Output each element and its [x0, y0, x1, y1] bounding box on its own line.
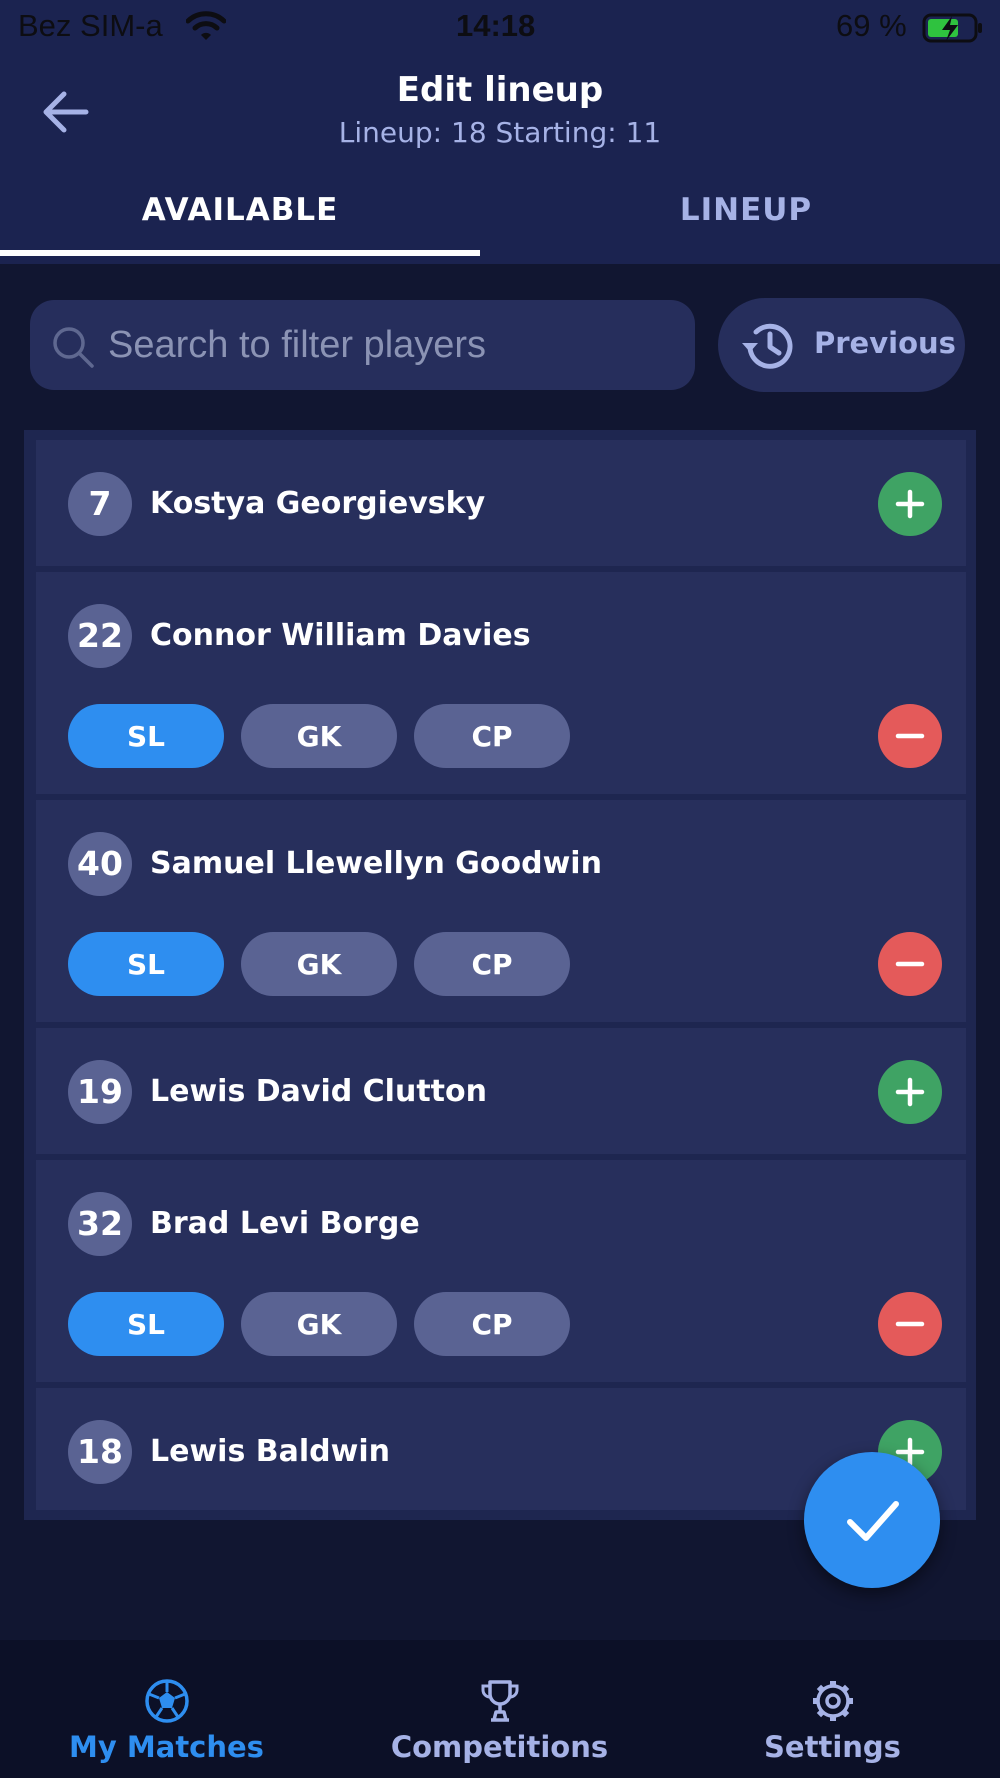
tab-lineup[interactable]: LINEUP	[496, 192, 996, 228]
bottom-nav: My Matches Competitions Settings	[0, 1640, 1000, 1778]
role-chip-sl[interactable]: SL	[68, 1292, 224, 1356]
jersey-number: 22	[68, 604, 132, 668]
role-chip-cp[interactable]: CP	[414, 932, 570, 996]
player-name: Connor William Davies	[150, 618, 531, 653]
role-chip-sl[interactable]: SL	[68, 932, 224, 996]
remove-player-button[interactable]	[878, 704, 942, 768]
jersey-number: 7	[68, 472, 132, 536]
jersey-number: 19	[68, 1060, 132, 1124]
search-icon	[53, 327, 94, 368]
add-player-button[interactable]	[878, 1060, 942, 1124]
add-player-button[interactable]	[878, 472, 942, 536]
minus-icon	[895, 733, 925, 739]
jersey-number: 32	[68, 1192, 132, 1256]
player-row[interactable]: 19 Lewis David Clutton	[36, 1028, 966, 1154]
remove-player-button[interactable]	[878, 932, 942, 996]
active-tab-indicator	[0, 250, 480, 256]
player-name: Brad Levi Borge	[150, 1206, 420, 1241]
nav-label: Settings	[764, 1730, 901, 1764]
history-icon	[742, 323, 793, 369]
player-row[interactable]: 22 Connor William Davies SL GK CP	[36, 572, 966, 794]
role-chip-cp[interactable]: CP	[414, 1292, 570, 1356]
plus-icon	[895, 1077, 925, 1107]
battery-icon	[922, 13, 982, 43]
previous-label: Previous	[814, 326, 956, 360]
player-name: Samuel Llewellyn Goodwin	[150, 846, 602, 881]
nav-competitions[interactable]: Competitions	[333, 1640, 666, 1778]
header: Bez SIM-a 14:18 69 % Edit lineup Lineup:…	[0, 0, 1000, 264]
page-title: Edit lineup	[396, 70, 604, 110]
player-name: Kostya Georgievsky	[150, 486, 486, 521]
search-input[interactable]	[108, 310, 678, 380]
battery-percent: 69 %	[836, 8, 907, 43]
role-chip-gk[interactable]: GK	[241, 1292, 397, 1356]
role-chip-gk[interactable]: GK	[241, 704, 397, 768]
plus-icon	[895, 489, 925, 519]
nav-settings[interactable]: Settings	[666, 1640, 999, 1778]
player-name: Lewis Baldwin	[150, 1434, 390, 1469]
wifi-icon	[186, 11, 226, 40]
player-row[interactable]: 40 Samuel Llewellyn Goodwin SL GK CP	[36, 800, 966, 1022]
player-name: Lewis David Clutton	[150, 1074, 487, 1109]
remove-player-button[interactable]	[878, 1292, 942, 1356]
confirm-lineup-button[interactable]	[804, 1452, 940, 1588]
role-chip-cp[interactable]: CP	[414, 704, 570, 768]
minus-icon	[895, 1321, 925, 1327]
tab-available[interactable]: AVAILABLE	[0, 192, 490, 228]
gear-icon	[813, 1681, 853, 1721]
player-row[interactable]: 32 Brad Levi Borge SL GK CP	[36, 1160, 966, 1382]
carrier-label: Bez SIM-a	[18, 8, 163, 43]
nav-my-matches[interactable]: My Matches	[0, 1640, 333, 1778]
nav-label: My Matches	[69, 1730, 264, 1764]
clock: 14:18	[456, 8, 536, 43]
soccer-ball-icon	[145, 1679, 189, 1723]
search-bar[interactable]	[30, 300, 695, 390]
minus-icon	[895, 961, 925, 967]
previous-lineup-button[interactable]: Previous	[718, 298, 965, 392]
role-chip-sl[interactable]: SL	[68, 704, 224, 768]
player-row[interactable]: 7 Kostya Georgievsky	[36, 440, 966, 566]
player-list: 7 Kostya Georgievsky 22 Connor William D…	[24, 430, 976, 1520]
jersey-number: 18	[68, 1420, 132, 1484]
role-chip-gk[interactable]: GK	[241, 932, 397, 996]
checkmark-icon	[847, 1501, 899, 1541]
nav-label: Competitions	[390, 1730, 609, 1764]
lineup-summary: Lineup: 18 Starting: 11	[338, 116, 662, 149]
status-bar: Bez SIM-a 14:18 69 %	[0, 0, 1000, 56]
jersey-number: 40	[68, 832, 132, 896]
trophy-icon	[481, 1680, 519, 1722]
